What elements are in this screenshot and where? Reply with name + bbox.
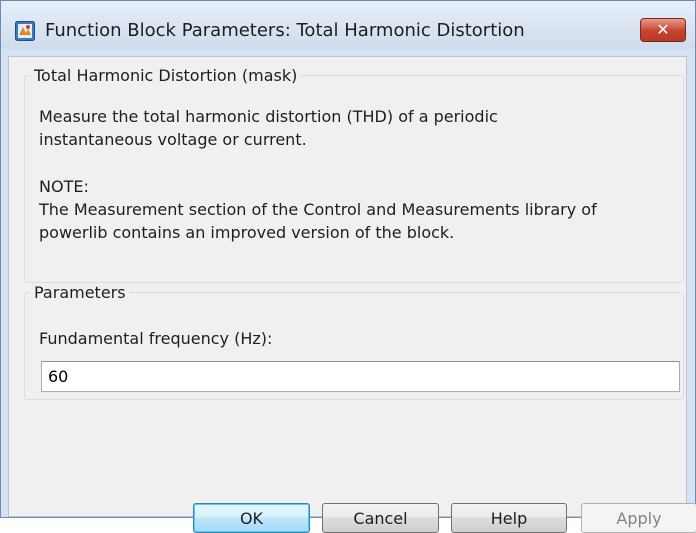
dialog-body: Total Harmonic Distortion (mask) Measure… [8, 56, 696, 533]
mask-group-title: Total Harmonic Distortion (mask) [34, 66, 298, 85]
window-title: Function Block Parameters: Total Harmoni… [45, 20, 525, 41]
fundamental-frequency-label: Fundamental frequency (Hz): [39, 329, 273, 348]
parameters-group-title: Parameters [34, 283, 126, 302]
dialog-window: Function Block Parameters: Total Harmoni… [0, 0, 696, 533]
note-line-2: powerlib contains an improved version of… [39, 223, 455, 242]
description-line-2: instantaneous voltage or current. [39, 130, 307, 149]
fundamental-frequency-input[interactable] [41, 361, 680, 392]
title-bar[interactable]: Function Block Parameters: Total Harmoni… [1, 1, 695, 49]
simulink-block-icon [15, 21, 35, 41]
ok-button[interactable]: OK [193, 503, 310, 533]
cancel-button[interactable]: Cancel [322, 503, 439, 533]
description-line-1: Measure the total harmonic distortion (T… [39, 107, 498, 126]
help-button[interactable]: Help [451, 503, 567, 533]
mask-description-group: Total Harmonic Distortion (mask) [24, 66, 684, 283]
close-button[interactable]: ✕ [640, 18, 686, 42]
apply-button[interactable]: Apply [581, 503, 696, 533]
note-line-1: The Measurement section of the Control a… [39, 200, 597, 219]
note-heading: NOTE: [39, 177, 89, 196]
